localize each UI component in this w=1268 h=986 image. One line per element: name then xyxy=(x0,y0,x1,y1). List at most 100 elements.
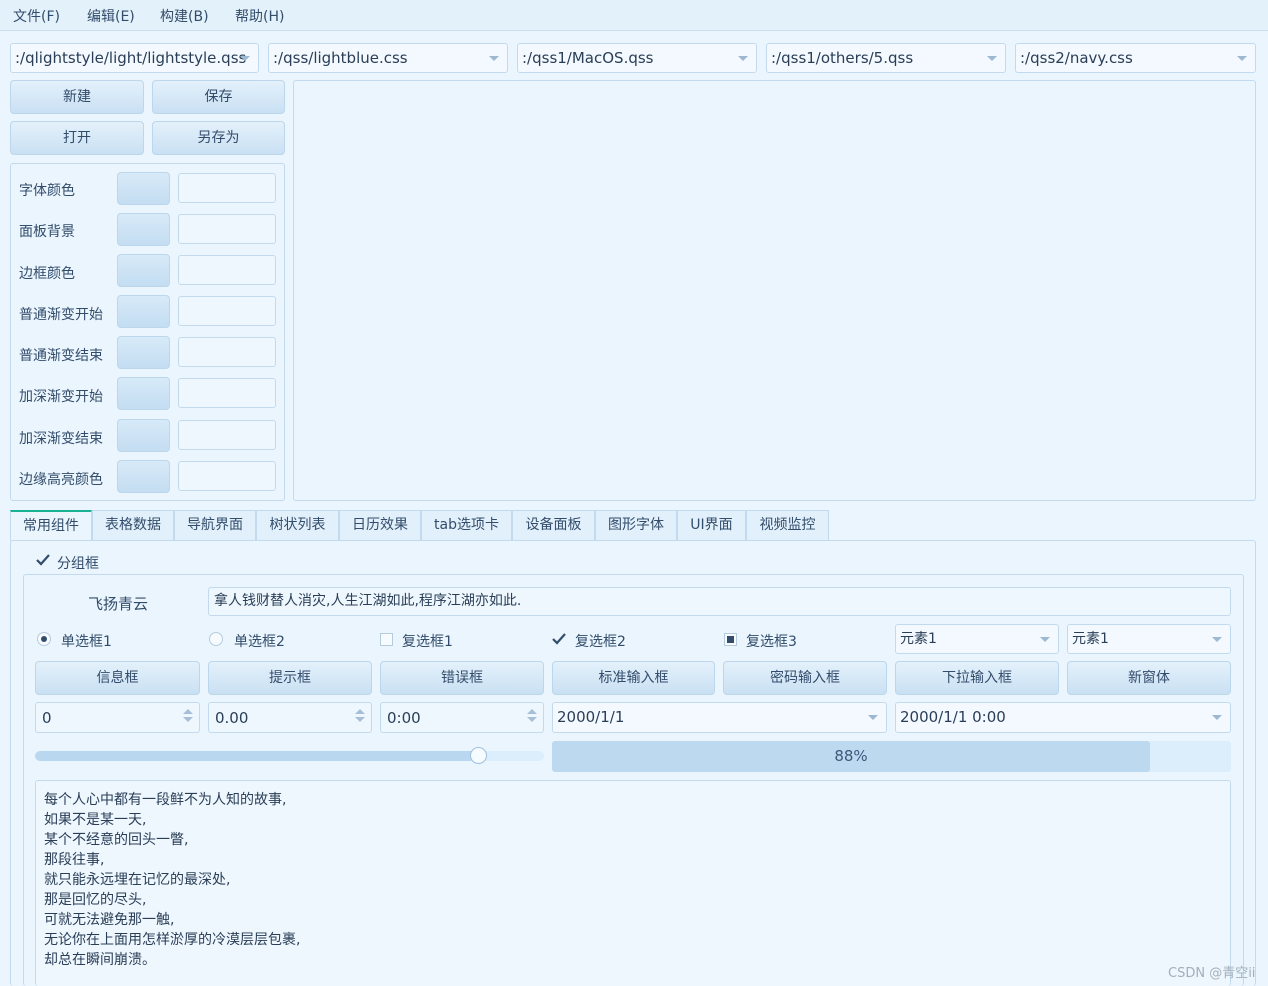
style-combo-4[interactable]: :/qss1/others/5.qss xyxy=(766,43,1006,73)
element-combo-2[interactable]: 元素1 xyxy=(1067,624,1231,654)
text-line: 那是回忆的尽头, xyxy=(44,892,147,908)
color-value-field[interactable] xyxy=(178,173,276,203)
stylesheet-editor[interactable] xyxy=(293,80,1256,501)
element-combo-2-value: 元素1 xyxy=(1072,631,1109,647)
dropdown-input-button[interactable]: 下拉输入框 xyxy=(895,661,1059,695)
style-combo-1[interactable]: :/qlightstyle/light/lightstyle.qss xyxy=(10,43,259,73)
datetime-edit[interactable]: 2000/1/1 0:00 xyxy=(895,702,1231,733)
tab-table-data[interactable]: 表格数据 xyxy=(92,510,174,540)
horizontal-slider[interactable] xyxy=(35,747,544,764)
chevron-down-icon xyxy=(1212,715,1222,720)
int-spinbox[interactable]: 0 xyxy=(35,702,200,733)
double-spinbox-value: 0.00 xyxy=(215,709,249,727)
chevron-down-icon xyxy=(987,56,997,61)
time-edit-value: 0:00 xyxy=(387,709,421,727)
color-value-field[interactable] xyxy=(178,255,276,285)
color-row-label: 普通渐变开始 xyxy=(19,307,103,323)
group-checkbox[interactable] xyxy=(36,554,50,567)
tab-device-panel[interactable]: 设备面板 xyxy=(512,510,595,540)
motto-line-edit[interactable]: 拿人钱财替人消灾,人生江湖如此,程序江湖亦如此. xyxy=(208,587,1231,616)
style-combo-5[interactable]: :/qss2/navy.css xyxy=(1015,43,1256,73)
element-combo-1[interactable]: 元素1 xyxy=(895,624,1059,654)
menu-edit[interactable]: 编辑(E) xyxy=(87,6,135,26)
color-swatch-button[interactable] xyxy=(117,172,170,205)
color-swatch-button[interactable] xyxy=(117,254,170,287)
tab-video-monitor[interactable]: 视频监控 xyxy=(746,510,829,540)
password-input-button[interactable]: 密码输入框 xyxy=(723,661,887,695)
style-combo-1-value: :/qlightstyle/light/lightstyle.qss xyxy=(15,49,247,67)
checkbox-1[interactable] xyxy=(380,633,393,646)
radio-dot-icon xyxy=(41,636,47,642)
save-button[interactable]: 保存 xyxy=(152,80,285,114)
hint-box-button[interactable]: 提示框 xyxy=(208,661,372,695)
color-value-field[interactable] xyxy=(178,337,276,367)
story-text-area[interactable]: 每个人心中都有一段鲜不为人知的故事, 如果不是某一天, 某个不经意的回头一瞥, 那段往… xyxy=(35,780,1231,986)
chevron-down-icon xyxy=(1040,637,1050,642)
checkbox-2[interactable] xyxy=(552,633,566,646)
tab-ui[interactable]: UI界面 xyxy=(677,510,746,540)
color-value-field[interactable] xyxy=(178,378,276,408)
name-label: 飞扬青云 xyxy=(88,595,149,613)
color-swatch-button[interactable] xyxy=(117,460,170,493)
tab-tab-widget[interactable]: tab选项卡 xyxy=(421,510,512,540)
menu-bar: 文件(F) 编辑(E) 构建(B) 帮助(H) xyxy=(0,0,1268,31)
spin-arrows-icon[interactable] xyxy=(527,709,537,725)
style-combo-4-value: :/qss1/others/5.qss xyxy=(771,49,914,67)
tab-tree-list[interactable]: 树状列表 xyxy=(256,510,339,540)
tab-graphic-font[interactable]: 图形字体 xyxy=(595,510,677,540)
color-value-field[interactable] xyxy=(178,461,276,491)
color-row-label: 边缘高亮颜色 xyxy=(19,472,103,488)
color-row-label: 面板背景 xyxy=(19,224,75,240)
radio-2[interactable] xyxy=(209,632,223,646)
style-combo-2[interactable]: :/qss/lightblue.css xyxy=(268,43,508,73)
color-swatch-button[interactable] xyxy=(117,336,170,369)
color-swatch-button[interactable] xyxy=(117,295,170,328)
radio-1[interactable] xyxy=(37,632,51,646)
color-value-field[interactable] xyxy=(178,296,276,326)
text-line: 某个不经意的回头一瞥, xyxy=(44,832,189,848)
double-spinbox[interactable]: 0.00 xyxy=(208,702,372,733)
checkbox-3[interactable] xyxy=(724,633,737,646)
chevron-down-icon xyxy=(868,715,878,720)
tab-common-widgets[interactable]: 常用组件 xyxy=(10,510,92,541)
checkbox-2-label: 复选框2 xyxy=(575,634,626,650)
spin-arrows-icon[interactable] xyxy=(183,709,193,725)
checkbox-1-label: 复选框1 xyxy=(402,634,453,650)
style-combo-3[interactable]: :/qss1/MacOS.qss xyxy=(517,43,757,73)
progress-text: 88% xyxy=(834,747,868,765)
error-box-button[interactable]: 错误框 xyxy=(380,661,544,695)
tab-navigation[interactable]: 导航界面 xyxy=(174,510,256,540)
watermark: CSDN @青空ii xyxy=(1168,966,1256,981)
color-swatch-button[interactable] xyxy=(117,213,170,246)
chevron-down-icon xyxy=(1212,637,1222,642)
new-button[interactable]: 新建 xyxy=(10,80,144,114)
info-box-button[interactable]: 信息框 xyxy=(35,661,200,695)
time-edit[interactable]: 0:00 xyxy=(380,702,544,733)
open-button[interactable]: 打开 xyxy=(10,121,144,155)
tab-calendar[interactable]: 日历效果 xyxy=(339,510,421,540)
style-combo-2-value: :/qss/lightblue.css xyxy=(273,49,408,67)
menu-build[interactable]: 构建(B) xyxy=(160,6,209,26)
menu-file[interactable]: 文件(F) xyxy=(13,6,60,26)
color-swatch-button[interactable] xyxy=(117,377,170,410)
checkmark-icon xyxy=(36,554,50,566)
color-value-field[interactable] xyxy=(178,214,276,244)
chevron-down-icon xyxy=(1237,56,1247,61)
spin-arrows-icon[interactable] xyxy=(355,709,365,725)
standard-input-button[interactable]: 标准输入框 xyxy=(552,661,715,695)
text-line: 却总在瞬间崩溃。 xyxy=(44,952,156,968)
date-edit[interactable]: 2000/1/1 xyxy=(552,702,887,733)
checkbox-3-label: 复选框3 xyxy=(746,634,797,650)
menu-help[interactable]: 帮助(H) xyxy=(235,6,284,26)
chevron-down-icon xyxy=(738,56,748,61)
style-combo-5-value: :/qss2/navy.css xyxy=(1020,49,1133,67)
save-as-button[interactable]: 另存为 xyxy=(152,121,285,155)
color-row-label: 字体颜色 xyxy=(19,183,75,199)
slider-handle[interactable] xyxy=(470,747,487,764)
radio-1-label: 单选框1 xyxy=(61,634,112,650)
color-row-label: 加深渐变开始 xyxy=(19,389,103,405)
color-value-field[interactable] xyxy=(178,420,276,450)
new-window-button[interactable]: 新窗体 xyxy=(1067,661,1231,695)
color-swatch-button[interactable] xyxy=(117,419,170,452)
group-title: 分组框 xyxy=(57,556,99,572)
